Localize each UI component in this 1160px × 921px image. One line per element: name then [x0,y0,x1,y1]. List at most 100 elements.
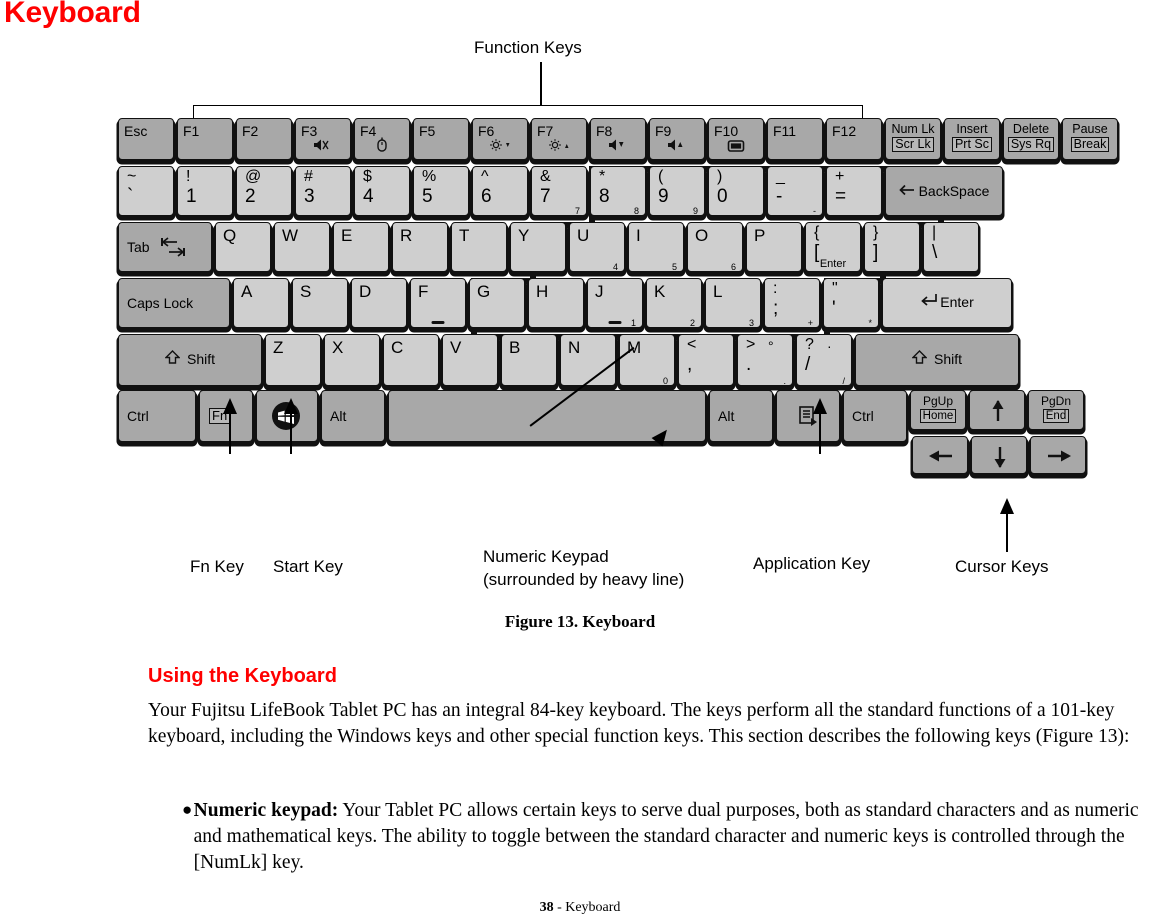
key-ctrl-left[interactable]: Ctrl [118,390,196,442]
key-8[interactable]: * 8 8 [590,166,646,216]
key-i[interactable]: I5 [628,222,684,272]
key-f7[interactable]: F7 [531,118,587,160]
key-label-fn: Sys Rq [1007,137,1055,153]
key-shift-right[interactable]: Shift [855,334,1019,386]
key-page-up-home[interactable]: PgUp Home [910,390,966,430]
key-quote[interactable]: " ' * [823,278,879,328]
key-alt-left[interactable]: Alt [321,390,385,442]
key-label-base: 8 [599,186,610,207]
key-`[interactable]: ~ ` [118,166,174,216]
cursor-keys-arrowhead [1000,498,1014,514]
key-backspace[interactable]: BackSpace [885,166,1003,216]
key-o[interactable]: O6 [687,222,743,272]
key-arrow-right[interactable] [1030,436,1086,474]
key-arrow-down[interactable] [971,436,1027,474]
key-period[interactable]: >. °. [737,334,793,386]
key-a[interactable]: A [233,278,289,328]
key-arrow-left[interactable] [912,436,968,474]
key-5[interactable]: % 5 [413,166,469,216]
key-enter[interactable]: Enter [882,278,1012,328]
key-label: V [450,338,462,357]
key-f2[interactable]: F2 [236,118,292,160]
key-0[interactable]: ) 0 [708,166,764,216]
key-f6[interactable]: F6 [472,118,528,160]
tab-icon [161,236,187,263]
start-key-leader [290,412,292,454]
key-label-shifted: ! [186,168,191,185]
key-ctrl-right[interactable]: Ctrl [843,390,907,442]
key-tab[interactable]: Tab [118,222,212,272]
key-application[interactable] [776,390,840,442]
key-arrow-up[interactable] [969,390,1025,430]
key-f9[interactable]: F9 [649,118,705,160]
key-s[interactable]: S [292,278,348,328]
key-page-down-end[interactable]: PgDn End [1028,390,1084,430]
key-label-shifted: { [814,224,820,241]
key-shift-left[interactable]: Shift [118,334,262,386]
key-comma[interactable]: <, [678,334,734,386]
key-f1[interactable]: F1 [177,118,233,160]
key-label: F4 [360,123,377,139]
key-d[interactable]: D [351,278,407,328]
key-m[interactable]: M0 [619,334,675,386]
key-u[interactable]: U4 [569,222,625,272]
key-delete[interactable]: Delete Sys Rq [1003,118,1059,160]
key-x[interactable]: X [324,334,380,386]
key-j[interactable]: J1 [587,278,643,328]
key-w[interactable]: W [274,222,330,272]
key-r[interactable]: R [392,222,448,272]
key-g[interactable]: G [469,278,525,328]
key-2[interactable]: @2 [236,166,292,216]
key-f10[interactable]: F10 [708,118,764,160]
key-q[interactable]: Q [215,222,271,272]
key-1[interactable]: ! 1 [177,166,233,216]
bullet-item: ● Numeric keypad: Your Tablet PC allows … [182,798,1160,876]
key-f[interactable]: F [410,278,466,328]
key-b[interactable]: B [501,334,557,386]
key-label: P [754,226,766,245]
key-v[interactable]: V [442,334,498,386]
key-f11[interactable]: F11 [767,118,823,160]
key-k[interactable]: K2 [646,278,702,328]
key-bracket-right[interactable]: }] [864,222,920,272]
key-esc[interactable]: Esc [118,118,174,160]
key-3[interactable]: #3 [295,166,351,216]
key-f8[interactable]: F8 [590,118,646,160]
key-n[interactable]: N [560,334,616,386]
key-label-keypad: 6 [730,262,736,272]
key-label-shifted: ^ [481,168,489,185]
key-label: R [400,226,413,245]
key-semicolon[interactable]: :; + [764,278,820,328]
key-c[interactable]: C [383,334,439,386]
key-insert[interactable]: Insert Prt Sc [944,118,1000,160]
key-h[interactable]: H [528,278,584,328]
key-p[interactable]: P [746,222,802,272]
key-t[interactable]: T [451,222,507,272]
key-f5[interactable]: F5 [413,118,469,160]
page-number: 38 [539,900,554,915]
key-4[interactable]: $4 [354,166,410,216]
key-num-lk[interactable]: Num Lk Scr Lk [885,118,941,160]
key-7[interactable]: & 7 7 [531,166,587,216]
key-bracket-left[interactable]: {[Enter [805,222,861,272]
key-9[interactable]: (9 9 [649,166,705,216]
key-backslash[interactable]: | \ [923,222,979,272]
key-y[interactable]: Y [510,222,566,272]
key-=[interactable]: + = [826,166,882,216]
key-e[interactable]: E [333,222,389,272]
key--[interactable]: _ - - [767,166,823,216]
key-pause[interactable]: Pause Break [1062,118,1118,160]
key-label-text: Ctrl [127,408,149,424]
key-slash[interactable]: ? / · / [796,334,852,386]
page-footer: 38 - Keyboard [0,900,1160,916]
key-f4[interactable]: F4 [354,118,410,160]
key-f3[interactable]: F3 [295,118,351,160]
key-6[interactable]: ^ 6 [472,166,528,216]
key-f12[interactable]: F12 [826,118,882,160]
key-z[interactable]: Z [265,334,321,386]
key-l[interactable]: L3 [705,278,761,328]
key-caps-lock[interactable]: Caps Lock [118,278,230,328]
key-label-base: 5 [422,186,433,207]
key-alt-right[interactable]: Alt [709,390,773,442]
key-label-shifted: & [540,168,551,185]
